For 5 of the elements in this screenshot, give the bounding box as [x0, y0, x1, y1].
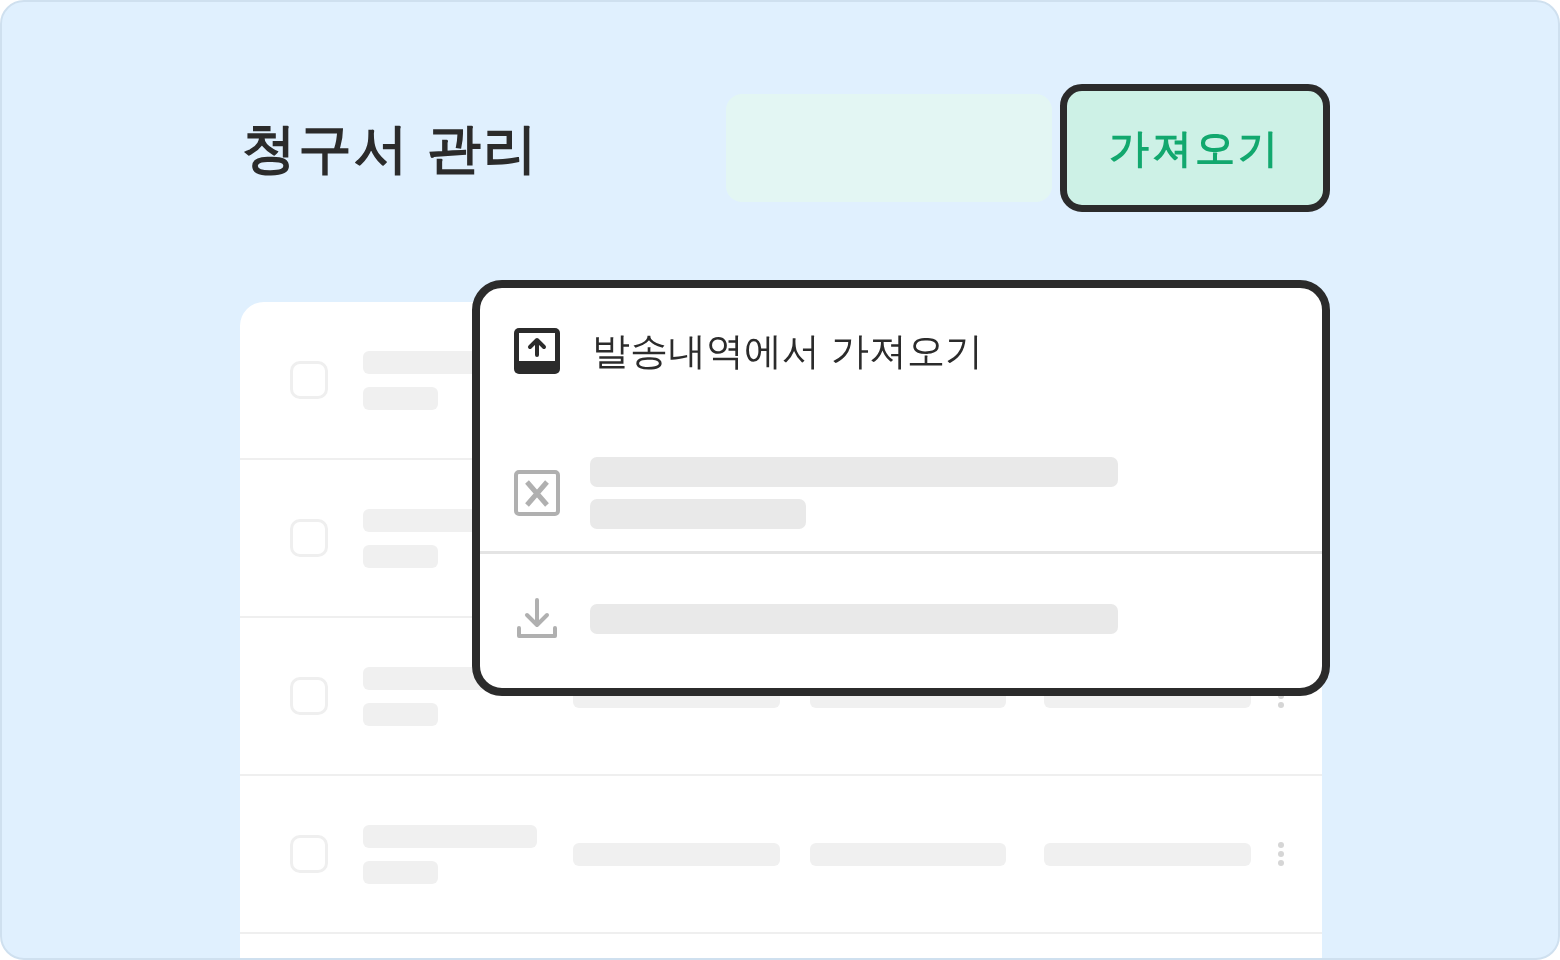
menu-item[interactable]: 발송내역에서 가져오기 [480, 288, 1322, 434]
download-icon [516, 598, 558, 640]
spreadsheet-x-icon [514, 469, 560, 516]
upload-tray-icon [514, 328, 560, 374]
page-title: 청구서 관리 [242, 116, 540, 180]
